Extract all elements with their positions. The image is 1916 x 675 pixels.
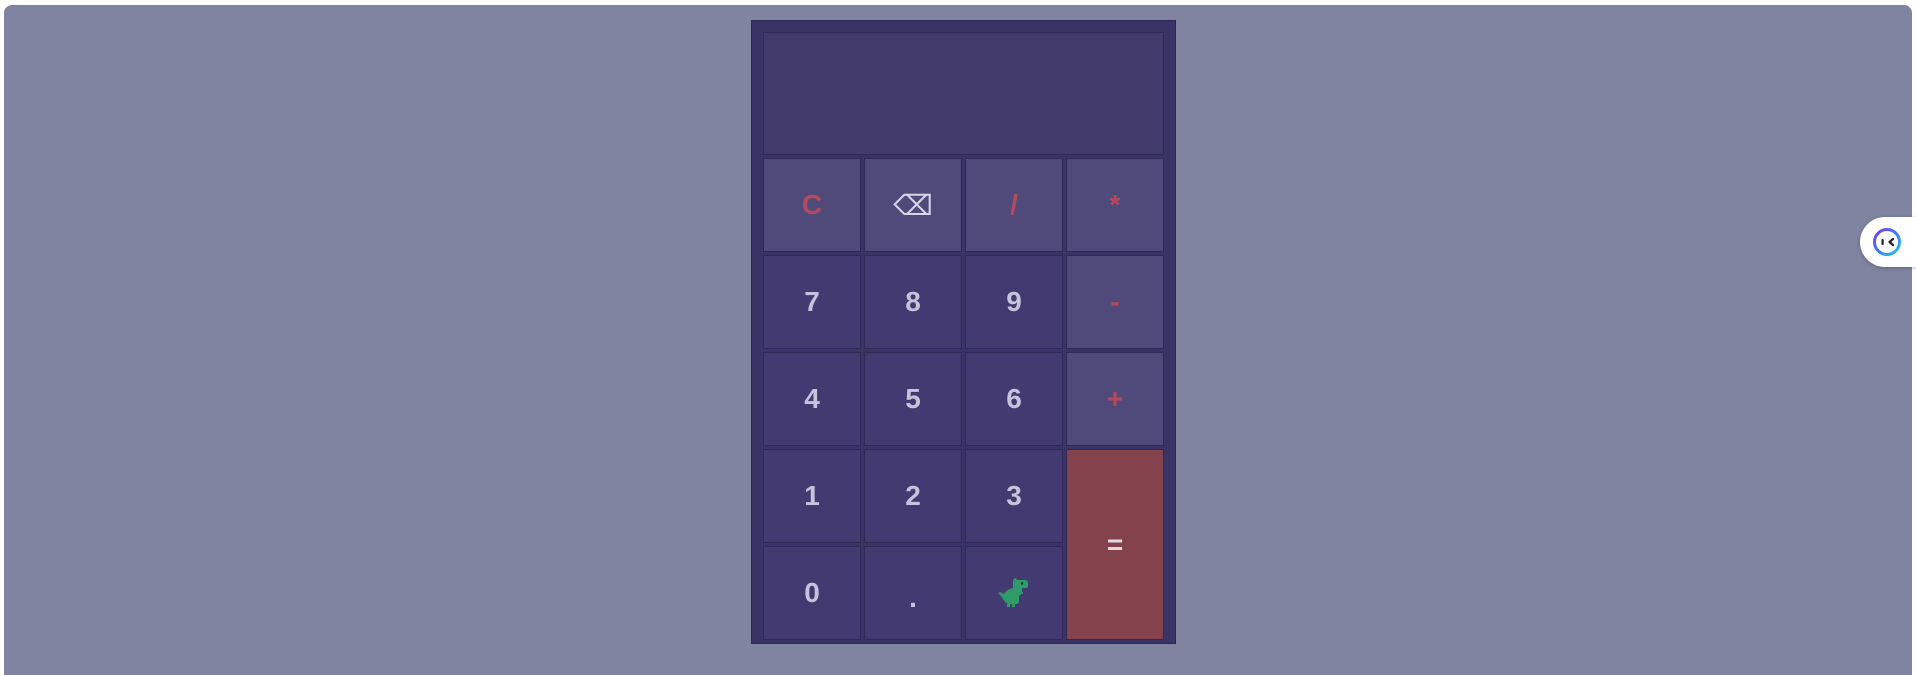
digit-2-button[interactable]: 2 <box>864 449 962 543</box>
calculator-display <box>763 32 1164 155</box>
digit-9-button[interactable]: 9 <box>965 255 1063 349</box>
digit-1-button[interactable]: 1 <box>763 449 861 543</box>
digit-5-button[interactable]: 5 <box>864 352 962 446</box>
dinosaur-button[interactable] <box>965 546 1063 640</box>
assistant-face-icon <box>1873 228 1901 256</box>
keypad: C ⌫ / * 7 8 9 - 4 5 6 + 1 2 3 = 0 . <box>763 158 1164 640</box>
add-button[interactable]: + <box>1066 352 1164 446</box>
digit-0-button[interactable]: 0 <box>763 546 861 640</box>
backspace-button[interactable]: ⌫ <box>864 158 962 252</box>
side-assistant-widget[interactable] <box>1860 217 1916 267</box>
dinosaur-icon <box>998 578 1028 607</box>
digit-4-button[interactable]: 4 <box>763 352 861 446</box>
subtract-button[interactable]: - <box>1066 255 1164 349</box>
divide-button[interactable]: / <box>965 158 1063 252</box>
equals-button[interactable]: = <box>1066 449 1164 640</box>
clear-button[interactable]: C <box>763 158 861 252</box>
digit-8-button[interactable]: 8 <box>864 255 962 349</box>
digit-3-button[interactable]: 3 <box>965 449 1063 543</box>
digit-6-button[interactable]: 6 <box>965 352 1063 446</box>
multiply-button[interactable]: * <box>1066 158 1164 252</box>
digit-7-button[interactable]: 7 <box>763 255 861 349</box>
page-background: C ⌫ / * 7 8 9 - 4 5 6 + 1 2 3 = 0 . <box>4 5 1912 675</box>
decimal-button[interactable]: . <box>864 546 962 640</box>
calculator: C ⌫ / * 7 8 9 - 4 5 6 + 1 2 3 = 0 . <box>751 20 1176 644</box>
